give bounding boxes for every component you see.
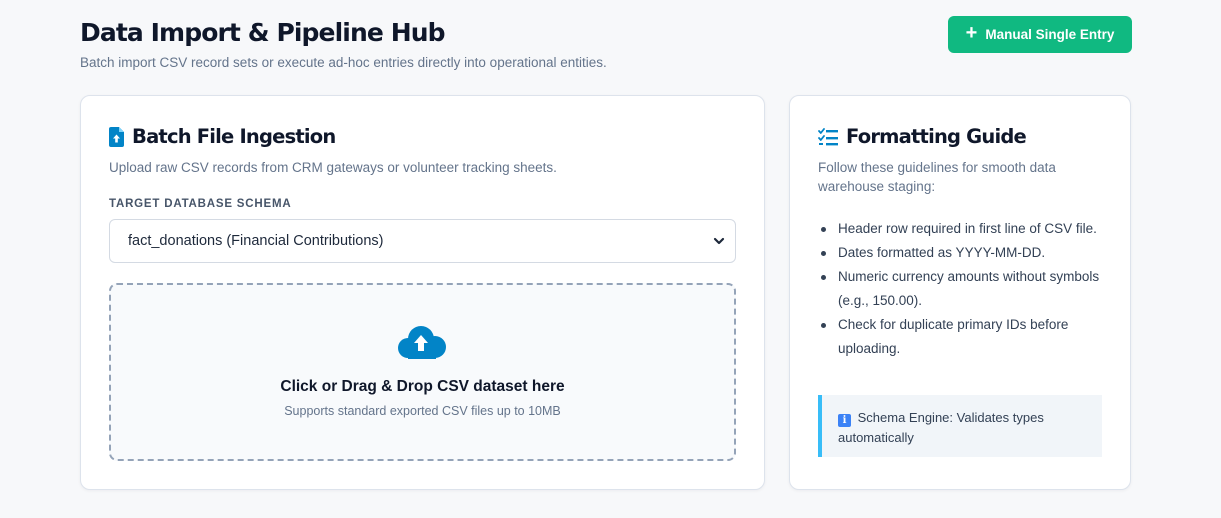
manual-single-entry-button[interactable]: + Manual Single Entry bbox=[948, 16, 1132, 53]
list-item: Numeric currency amounts without symbols… bbox=[818, 265, 1108, 313]
schema-engine-info-text: Schema Engine: Validates types automatic… bbox=[838, 410, 1044, 445]
formatting-guide-heading: Formatting Guide bbox=[818, 125, 1027, 148]
batch-ingestion-heading: Batch File Ingestion bbox=[109, 125, 336, 148]
dropzone-subtitle: Supports standard exported CSV files up … bbox=[284, 404, 561, 418]
page-subtitle: Batch import CSV record sets or execute … bbox=[80, 55, 607, 70]
manual-single-entry-label: Manual Single Entry bbox=[985, 27, 1115, 42]
batch-ingestion-title: Batch File Ingestion bbox=[132, 125, 336, 148]
csv-dropzone[interactable]: Click or Drag & Drop CSV dataset here Su… bbox=[109, 283, 736, 461]
formatting-guide-card: Formatting Guide Follow these guidelines… bbox=[789, 95, 1131, 490]
list-item: Header row required in first line of CSV… bbox=[818, 217, 1108, 241]
list-item: Dates formatted as YYYY-MM-DD. bbox=[818, 241, 1108, 265]
guideline-list: Header row required in first line of CSV… bbox=[818, 217, 1108, 361]
page-title: Data Import & Pipeline Hub bbox=[80, 18, 446, 47]
schema-field-label: TARGET DATABASE SCHEMA bbox=[109, 198, 292, 210]
dropzone-title: Click or Drag & Drop CSV dataset here bbox=[280, 378, 565, 395]
list-item: Check for duplicate primary IDs before u… bbox=[818, 313, 1108, 361]
batch-ingestion-card: Batch File Ingestion Upload raw CSV reco… bbox=[80, 95, 765, 490]
checklist-icon bbox=[818, 127, 838, 146]
schema-engine-info: i Schema Engine: Validates types automat… bbox=[818, 395, 1102, 457]
formatting-guide-title: Formatting Guide bbox=[846, 125, 1027, 148]
file-upload-icon bbox=[109, 126, 124, 147]
batch-ingestion-description: Upload raw CSV records from CRM gateways… bbox=[109, 160, 557, 175]
schema-select[interactable]: fact_donations (Financial Contributions) bbox=[109, 219, 736, 263]
info-icon: i bbox=[838, 414, 851, 427]
cloud-upload-icon bbox=[397, 325, 447, 366]
chevron-down-icon bbox=[713, 235, 725, 251]
formatting-guide-description: Follow these guidelines for smooth data … bbox=[818, 160, 1056, 194]
schema-select-value: fact_donations (Financial Contributions) bbox=[128, 233, 384, 249]
plus-icon: + bbox=[965, 22, 978, 44]
